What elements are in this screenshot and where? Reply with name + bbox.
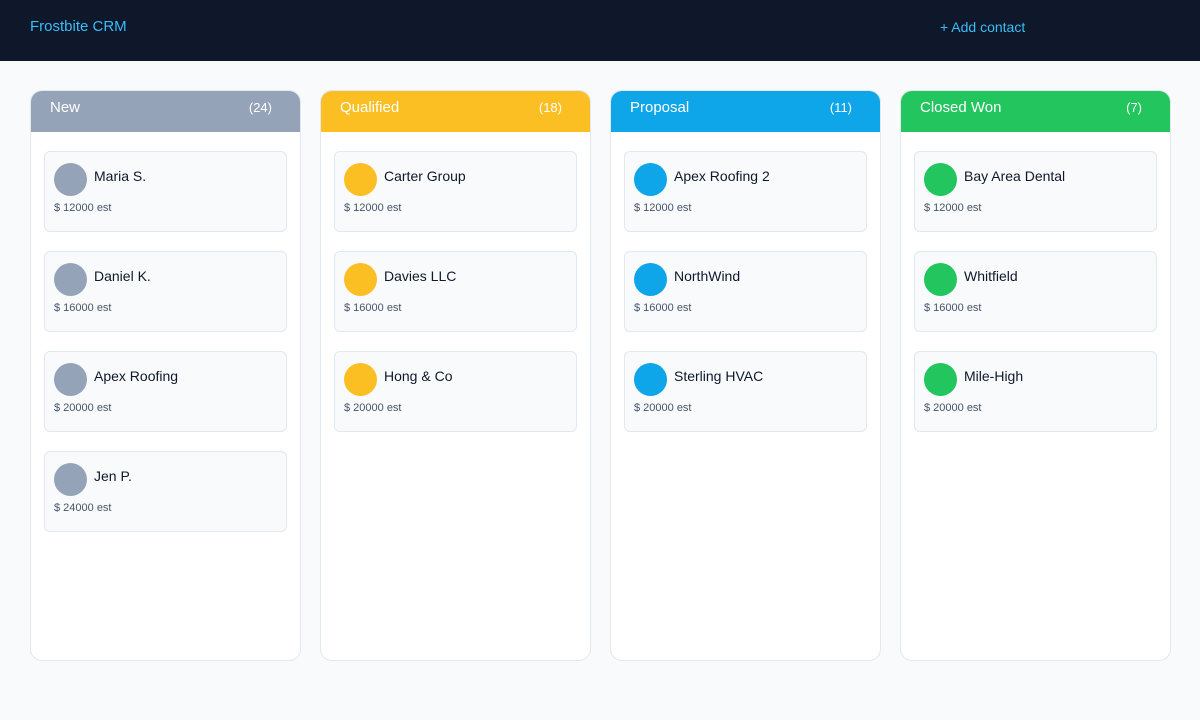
avatar [344, 363, 377, 396]
deal-card[interactable]: Daniel K. $ 16000 est [44, 251, 287, 332]
column-proposal: Proposal (11) Apex Roofing 2 $ 12000 est… [610, 90, 881, 661]
deal-value: $ 20000 est [634, 402, 692, 414]
deal-card[interactable]: Hong & Co $ 20000 est [334, 351, 577, 432]
avatar [634, 363, 667, 396]
deal-value: $ 16000 est [344, 302, 402, 314]
column-header[interactable]: Qualified (18) [321, 91, 590, 132]
app-title: Frostbite CRM [30, 18, 127, 35]
column-title: Proposal [630, 99, 690, 116]
column-closed-won: Closed Won (7) Bay Area Dental $ 12000 e… [900, 90, 1171, 661]
deal-value: $ 12000 est [634, 202, 692, 214]
avatar [924, 363, 957, 396]
deal-name: Apex Roofing 2 [674, 168, 770, 184]
deal-card[interactable]: Maria S. $ 12000 est [44, 151, 287, 232]
avatar [54, 263, 87, 296]
deal-value: $ 16000 est [634, 302, 692, 314]
deal-card[interactable]: Jen P. $ 24000 est [44, 451, 287, 532]
deal-card[interactable]: Apex Roofing $ 20000 est [44, 351, 287, 432]
deal-name: Apex Roofing [94, 368, 179, 384]
avatar [344, 163, 377, 196]
column-count: (24) [248, 100, 272, 115]
deal-name: NorthWind [674, 268, 741, 284]
column-header[interactable]: New (24) [31, 91, 300, 132]
deal-value: $ 12000 est [344, 202, 402, 214]
deal-name: Maria S. [94, 168, 147, 184]
column-count: (18) [538, 100, 562, 115]
deal-card[interactable]: Davies LLC $ 16000 est [334, 251, 577, 332]
avatar [54, 463, 87, 496]
column-qualified: Qualified (18) Carter Group $ 12000 est … [320, 90, 591, 661]
deal-name: Carter Group [384, 168, 466, 184]
avatar [634, 163, 667, 196]
deal-card[interactable]: Bay Area Dental $ 12000 est [914, 151, 1157, 232]
deal-value: $ 12000 est [54, 202, 112, 214]
avatar [634, 263, 667, 296]
column-count: (11) [829, 100, 852, 115]
column-count: (7) [1126, 100, 1142, 115]
deal-name: Jen P. [94, 468, 132, 484]
column-new: New (24) Maria S. $ 12000 est Daniel K. … [30, 90, 301, 661]
top-bar: Frostbite CRM + Add contact [0, 0, 1200, 61]
deal-value: $ 20000 est [924, 402, 982, 414]
deal-card[interactable]: NorthWind $ 16000 est [624, 251, 867, 332]
add-contact-button[interactable]: + Add contact [940, 19, 1025, 35]
deal-card[interactable]: Whitfield $ 16000 est [914, 251, 1157, 332]
column-title: Qualified [340, 99, 400, 116]
deal-name: Whitfield [964, 268, 1018, 284]
avatar [344, 263, 377, 296]
deal-card[interactable]: Apex Roofing 2 $ 12000 est [624, 151, 867, 232]
deal-value: $ 16000 est [54, 302, 112, 314]
deal-name: Hong & Co [384, 368, 453, 384]
avatar [924, 163, 957, 196]
deal-card[interactable]: Carter Group $ 12000 est [334, 151, 577, 232]
column-title: New [50, 99, 81, 116]
deal-value: $ 20000 est [54, 402, 112, 414]
deal-name: Sterling HVAC [674, 368, 764, 384]
avatar [54, 363, 87, 396]
deal-card[interactable]: Mile-High $ 20000 est [914, 351, 1157, 432]
deal-value: $ 20000 est [344, 402, 402, 414]
column-title: Closed Won [920, 99, 1002, 116]
column-header[interactable]: Closed Won (7) [901, 91, 1170, 132]
deal-card[interactable]: Sterling HVAC $ 20000 est [624, 351, 867, 432]
deal-value: $ 12000 est [924, 202, 982, 214]
deal-name: Davies LLC [384, 268, 457, 284]
column-header[interactable]: Proposal (11) [611, 91, 880, 132]
avatar [924, 263, 957, 296]
deal-value: $ 24000 est [54, 502, 112, 514]
deal-name: Bay Area Dental [964, 168, 1066, 184]
deal-name: Mile-High [964, 368, 1024, 384]
deal-name: Daniel K. [94, 268, 151, 284]
avatar [54, 163, 87, 196]
deal-value: $ 16000 est [924, 302, 982, 314]
